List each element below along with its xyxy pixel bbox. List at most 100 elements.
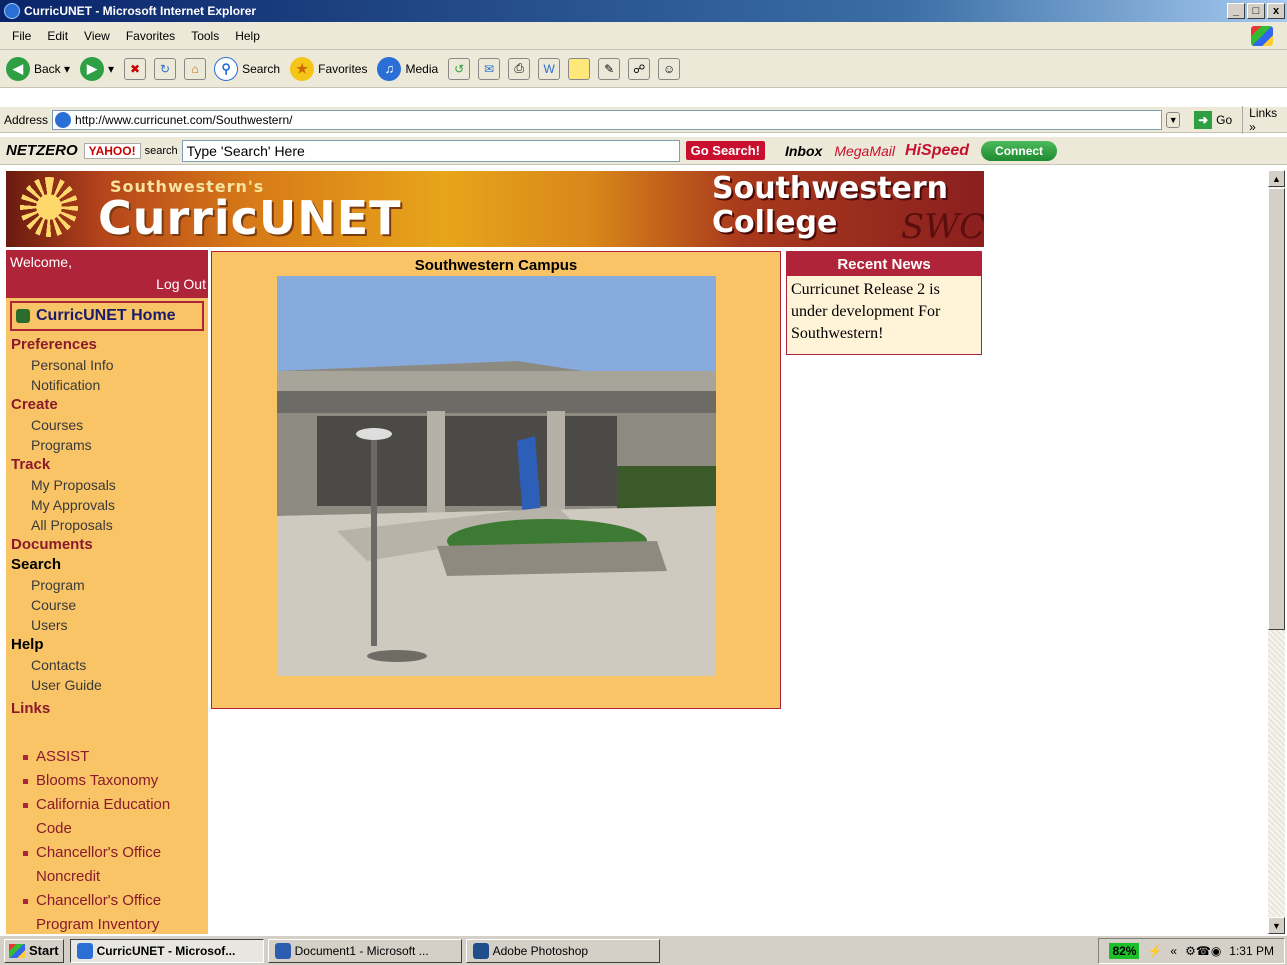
go-button[interactable]: ➜ Go: [1194, 110, 1232, 129]
media-icon: ♫: [377, 56, 402, 81]
page-viewport: Southwestern's CurricUNET Southwestern Co…: [0, 170, 1268, 934]
scroll-up-icon[interactable]: ▲: [1268, 170, 1285, 187]
sidebar-item-course[interactable]: Course: [11, 595, 208, 615]
sidebar-item-courses[interactable]: Courses: [11, 415, 208, 435]
sidebar-item-my-proposals[interactable]: My Proposals: [11, 475, 208, 495]
address-label: Address: [4, 112, 49, 127]
menu-help[interactable]: Help: [227, 29, 268, 43]
sidebar-nav: Preferences Personal Info Notification C…: [6, 331, 208, 719]
sidebar-item-contacts[interactable]: Contacts: [11, 655, 208, 675]
link-assist[interactable]: ASSIST: [16, 745, 208, 769]
go-search-button[interactable]: Go Search!: [685, 141, 765, 160]
address-dropdown-icon[interactable]: ▼: [1166, 111, 1181, 128]
sidebar-item-my-approvals[interactable]: My Approvals: [11, 495, 208, 515]
taskbar: Start CurricUNET - Microsof... Document1…: [0, 935, 1287, 965]
window-title: CurricUNET - Microsoft Internet Explorer: [24, 4, 257, 18]
sidebar-item-notification[interactable]: Notification: [11, 375, 208, 395]
search-icon: ⚲: [214, 56, 239, 81]
address-bar: Address http://www.curricunet.com/Southw…: [0, 105, 1287, 134]
home-button[interactable]: CurricUNET Home: [10, 301, 204, 331]
start-button[interactable]: Start: [4, 938, 64, 963]
link-chancellors-noncredit[interactable]: Chancellor's Office Noncredit: [16, 841, 208, 889]
edit-icon[interactable]: W: [538, 57, 561, 80]
menu-view[interactable]: View: [76, 29, 118, 43]
hispeed-button[interactable]: HiSpeed: [905, 142, 969, 160]
mail-icon[interactable]: ✉: [478, 57, 501, 80]
link-blooms-taxonomy[interactable]: Blooms Taxonomy: [16, 769, 208, 793]
refresh-icon[interactable]: ↻: [154, 57, 177, 80]
photoshop-icon: [472, 942, 489, 959]
taskbar-item-curricunet[interactable]: CurricUNET - Microsof...: [69, 938, 264, 963]
search-button[interactable]: ⚲ Search: [214, 56, 280, 81]
minimize-button[interactable]: _: [1227, 3, 1245, 19]
ie-icon: [4, 3, 20, 19]
vertical-scrollbar[interactable]: ▲ ▼: [1268, 170, 1285, 934]
note-icon[interactable]: [568, 57, 591, 80]
sun-logo-icon: [20, 177, 78, 237]
links-button[interactable]: Links »: [1242, 105, 1287, 134]
window-title-bar: CurricUNET - Microsoft Internet Explorer…: [0, 0, 1287, 22]
messenger-icon[interactable]: ☺: [658, 57, 681, 80]
windows-flag-icon: [9, 943, 25, 958]
favorites-button[interactable]: ★ Favorites: [290, 56, 367, 81]
clock: 1:31 PM: [1229, 944, 1274, 958]
welcome-text: Welcome,: [10, 254, 72, 270]
maximize-button[interactable]: □: [1247, 3, 1265, 19]
menu-file[interactable]: File: [4, 29, 39, 43]
menu-edit[interactable]: Edit: [39, 29, 76, 43]
section-track[interactable]: Track: [11, 455, 208, 475]
link-california-education-code[interactable]: California Education Code: [16, 793, 208, 841]
research-icon[interactable]: ☍: [628, 57, 651, 80]
back-arrow-icon: ◀: [6, 56, 30, 81]
taskbar-item-document1[interactable]: Document1 - Microsoft ...: [267, 938, 462, 963]
recent-news-body: Curricunet Release 2 is under developmen…: [791, 281, 941, 342]
inbox-button[interactable]: Inbox: [785, 143, 822, 159]
forward-arrow-icon: ▶: [80, 56, 105, 81]
tray-expand-icon[interactable]: «: [1170, 944, 1177, 958]
sidebar-item-all-proposals[interactable]: All Proposals: [11, 515, 208, 535]
sidebar-item-personal-info[interactable]: Personal Info: [11, 355, 208, 375]
discuss-icon[interactable]: ✎: [598, 57, 621, 80]
section-documents[interactable]: Documents: [11, 535, 208, 555]
section-preferences[interactable]: Preferences: [11, 335, 208, 355]
menu-tools[interactable]: Tools: [183, 29, 227, 43]
section-create[interactable]: Create: [11, 395, 208, 415]
link-chancellors-program-inventory[interactable]: Chancellor's Office Program Inventory: [16, 889, 208, 934]
megamail-button[interactable]: MegaMail: [834, 143, 895, 159]
netzero-search-input[interactable]: Type 'Search' Here: [181, 139, 680, 162]
history-icon[interactable]: ↺: [448, 57, 471, 80]
recent-news-panel: Recent News Curricunet Release 2 is unde…: [786, 251, 982, 355]
back-button[interactable]: ◀ Back ▾: [6, 56, 70, 81]
welcome-box: Welcome, Log Out: [6, 250, 208, 298]
sidebar-item-users[interactable]: Users: [11, 615, 208, 635]
connect-button[interactable]: Connect: [981, 140, 1058, 161]
sidebar-item-user-guide[interactable]: User Guide: [11, 675, 208, 695]
external-links-list: ASSIST Blooms Taxonomy California Educat…: [6, 719, 208, 934]
section-links: Links: [11, 700, 51, 717]
sidebar-item-programs[interactable]: Programs: [11, 435, 208, 455]
print-icon[interactable]: ⎙: [508, 57, 531, 80]
media-button[interactable]: ♫ Media: [377, 56, 438, 81]
swc-logo: SWC: [901, 207, 984, 247]
recent-news-title: Recent News: [787, 252, 981, 276]
scroll-down-icon[interactable]: ▼: [1268, 917, 1285, 934]
windows-logo-icon: [1251, 26, 1273, 46]
address-input[interactable]: http://www.curricunet.com/Southwestern/: [52, 109, 1163, 130]
campus-photo: [277, 276, 716, 676]
close-button[interactable]: x: [1267, 3, 1285, 19]
logout-link[interactable]: Log Out: [156, 276, 206, 292]
sidebar-item-program[interactable]: Program: [11, 575, 208, 595]
taskbar-item-photoshop[interactable]: Adobe Photoshop: [465, 938, 660, 963]
menu-favorites[interactable]: Favorites: [118, 29, 183, 43]
netzero-logo[interactable]: NETZERO: [6, 142, 78, 159]
power-plug-icon[interactable]: ⚡: [1147, 944, 1162, 958]
home-icon[interactable]: ⌂: [184, 57, 207, 80]
tray-apps-icon[interactable]: ⚙☎◉: [1185, 944, 1221, 958]
scroll-thumb[interactable]: [1268, 188, 1285, 630]
address-url: http://www.curricunet.com/Southwestern/: [75, 112, 293, 127]
stop-icon[interactable]: ✖: [124, 57, 147, 80]
sidebar: Welcome, Log Out CurricUNET Home Prefere…: [6, 250, 208, 934]
battery-level[interactable]: 82%: [1109, 943, 1140, 959]
forward-button[interactable]: ▶ ▾: [80, 56, 114, 81]
yahoo-logo: YAHOO!: [83, 142, 141, 159]
